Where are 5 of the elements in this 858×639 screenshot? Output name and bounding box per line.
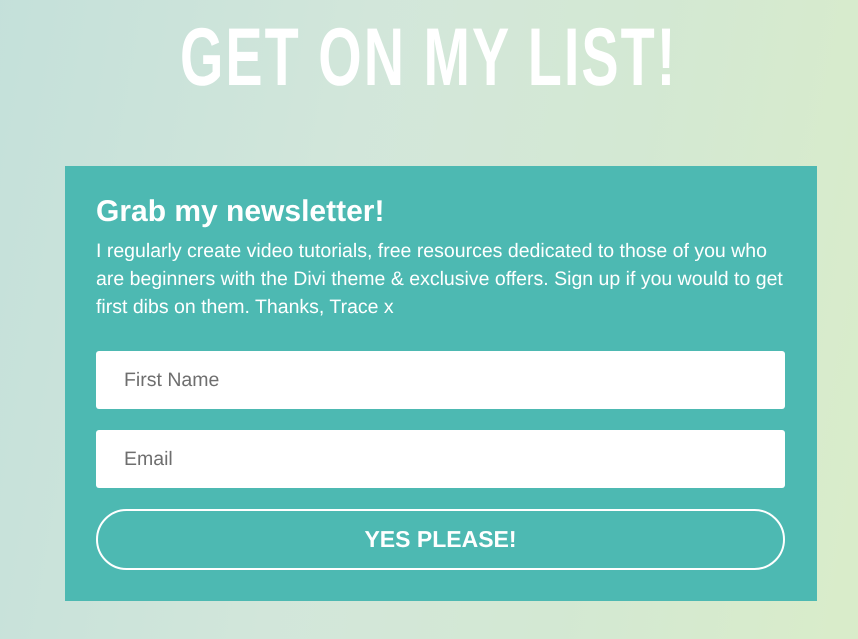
submit-button[interactable]: YES PLEASE!: [96, 509, 785, 570]
input-field[interactable]: First Name: [96, 351, 785, 409]
input-field[interactable]: Email: [96, 430, 785, 488]
card-title: Grab my newsletter!: [96, 194, 386, 230]
card-description: I regularly create video tutorials, free resources dedicated to those of you who are beginners with the Divi theme & exclusive offers. Sign up if you would to get first dibs on them. Thanks, Trace x: [96, 239, 784, 320]
